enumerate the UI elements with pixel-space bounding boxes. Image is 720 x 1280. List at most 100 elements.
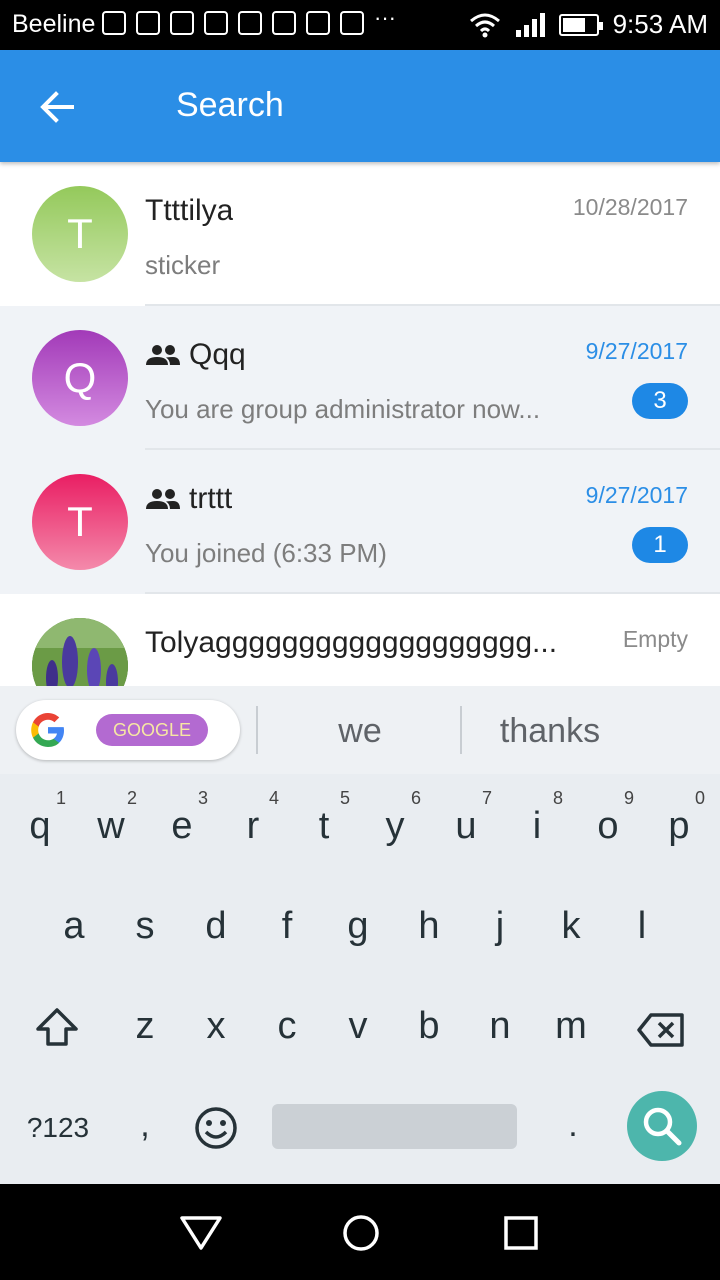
chat-name: Ttttilya (145, 194, 233, 228)
chat-name: trttt (145, 482, 232, 516)
space-key[interactable] (272, 1104, 517, 1149)
youtube-notification-icon (306, 11, 330, 35)
nav-home-icon[interactable] (340, 1212, 382, 1254)
page-title: Search (176, 86, 284, 124)
chat-preview: You joined (6:33 PM) (145, 538, 387, 568)
key-label: e (171, 805, 193, 847)
unread-badge: 3 (632, 383, 688, 419)
search-key[interactable] (627, 1091, 697, 1161)
key-y[interactable]: y6 (365, 786, 425, 866)
key-o[interactable]: o9 (578, 786, 638, 866)
status-indicators: 9:53 AM (469, 9, 708, 40)
key-k[interactable]: k (541, 886, 601, 966)
key-m[interactable]: m (541, 986, 601, 1066)
key-s[interactable]: s (115, 886, 175, 966)
key-b[interactable]: b (399, 986, 459, 1066)
chat-name: Qqq (145, 338, 246, 372)
nav-recents-icon[interactable] (502, 1214, 540, 1252)
key-i[interactable]: i8 (507, 786, 567, 866)
suggestion-divider (256, 706, 258, 754)
avatar: Q (32, 330, 128, 426)
key-hint: 5 (339, 788, 350, 808)
key-a[interactable]: a (44, 886, 104, 966)
instagram-notification-icon-2 (340, 11, 364, 35)
key-t[interactable]: t5 (294, 786, 354, 866)
key-hint: 2 (126, 788, 137, 808)
nav-back-icon[interactable] (178, 1212, 224, 1252)
unread-badge: 1 (632, 527, 688, 563)
bug-notification-icon (204, 11, 228, 35)
chat-name-text: trttt (189, 482, 233, 515)
key-e[interactable]: e3 (152, 786, 212, 866)
comma-key[interactable]: , (130, 1100, 160, 1150)
upload-notification-icon (272, 11, 296, 35)
suggestion-thanks[interactable]: thanks (466, 712, 634, 751)
key-u[interactable]: u7 (436, 786, 496, 866)
suggestion-bar: GOOGLE we thanks (0, 686, 720, 774)
carrier-label: Beeline (12, 10, 96, 38)
key-label: w (97, 805, 125, 847)
suggestion-divider (460, 706, 462, 754)
keyboard: GOOGLE we thanks q1 w2 e3 r4 t5 y6 u7 i8… (0, 686, 720, 1184)
wifi-icon (469, 13, 500, 37)
chat-row[interactable]: Q Qqq 9/27/2017 You are group administra… (0, 306, 720, 450)
emoji-icon[interactable] (194, 1106, 238, 1150)
key-hint: 0 (694, 788, 705, 808)
navigation-bar (0, 1184, 720, 1280)
chat-name: Tolyaggggggggggggggggggg... (145, 626, 557, 660)
key-label: t (318, 805, 330, 847)
arrow-back-icon[interactable] (30, 80, 84, 134)
chat-date: 9/27/2017 (585, 482, 688, 508)
clock: 9:53 AM (612, 9, 708, 39)
chat-preview: You are group administrator now... (145, 394, 541, 424)
key-hint: 1 (55, 788, 66, 808)
google-doodle: GOOGLE (96, 714, 208, 746)
key-q[interactable]: q1 (10, 786, 70, 866)
key-j[interactable]: j (470, 886, 530, 966)
key-hint: 9 (623, 788, 634, 808)
group-icon (146, 345, 180, 365)
key-label: p (668, 805, 690, 847)
chat-date: 10/28/2017 (572, 194, 688, 220)
key-c[interactable]: c (257, 986, 317, 1066)
key-r[interactable]: r4 (223, 786, 283, 866)
suggestion-we[interactable]: we (262, 712, 458, 751)
key-d[interactable]: d (186, 886, 246, 966)
lupine-flowers-image (32, 618, 128, 686)
image-notification-icon (170, 11, 194, 35)
backspace-icon[interactable] (636, 1012, 686, 1048)
key-h[interactable]: h (399, 886, 459, 966)
keyboard-notification-icon (102, 11, 126, 35)
key-hint: 4 (268, 788, 279, 808)
battery-level (562, 17, 585, 32)
key-n[interactable]: n (470, 986, 530, 1066)
symbols-key[interactable]: ?123 (18, 1106, 98, 1150)
key-w[interactable]: w2 (81, 786, 141, 866)
key-g[interactable]: g (328, 886, 388, 966)
key-z[interactable]: z (115, 986, 175, 1066)
chat-date: Empty (622, 626, 688, 652)
avatar: T (32, 474, 128, 570)
chat-row[interactable]: T trttt 9/27/2017 You joined (6:33 PM) 1 (0, 450, 720, 594)
screen: Beeline ··· 9:53 AM Search T Ttttilya 10… (0, 0, 720, 1280)
search-icon (643, 1107, 682, 1146)
avatar-photo (32, 618, 128, 686)
chat-row[interactable]: Tolyaggggggggggggggggggg... Empty (0, 594, 720, 686)
google-search-button[interactable]: GOOGLE (16, 700, 240, 760)
avatar: T (32, 186, 128, 282)
signal-icon (515, 12, 545, 37)
instagram-notification-icon (238, 11, 262, 35)
key-p[interactable]: p0 (649, 786, 709, 866)
chat-row[interactable]: T Ttttilya 10/28/2017 sticker (0, 162, 720, 306)
app-bar: Search (0, 50, 720, 162)
key-l[interactable]: l (612, 886, 672, 966)
key-x[interactable]: x (186, 986, 246, 1066)
status-bar: Beeline ··· 9:53 AM (0, 0, 720, 50)
shift-icon[interactable] (34, 1006, 80, 1048)
key-label: u (455, 805, 477, 847)
chat-list: T Ttttilya 10/28/2017 sticker Q Qqq 9/27… (0, 162, 720, 686)
period-key[interactable]: . (558, 1100, 588, 1150)
key-f[interactable]: f (257, 886, 317, 966)
chat-name-text: Tolyaggggggggggggggggggg... (145, 626, 558, 659)
key-v[interactable]: v (328, 986, 388, 1066)
